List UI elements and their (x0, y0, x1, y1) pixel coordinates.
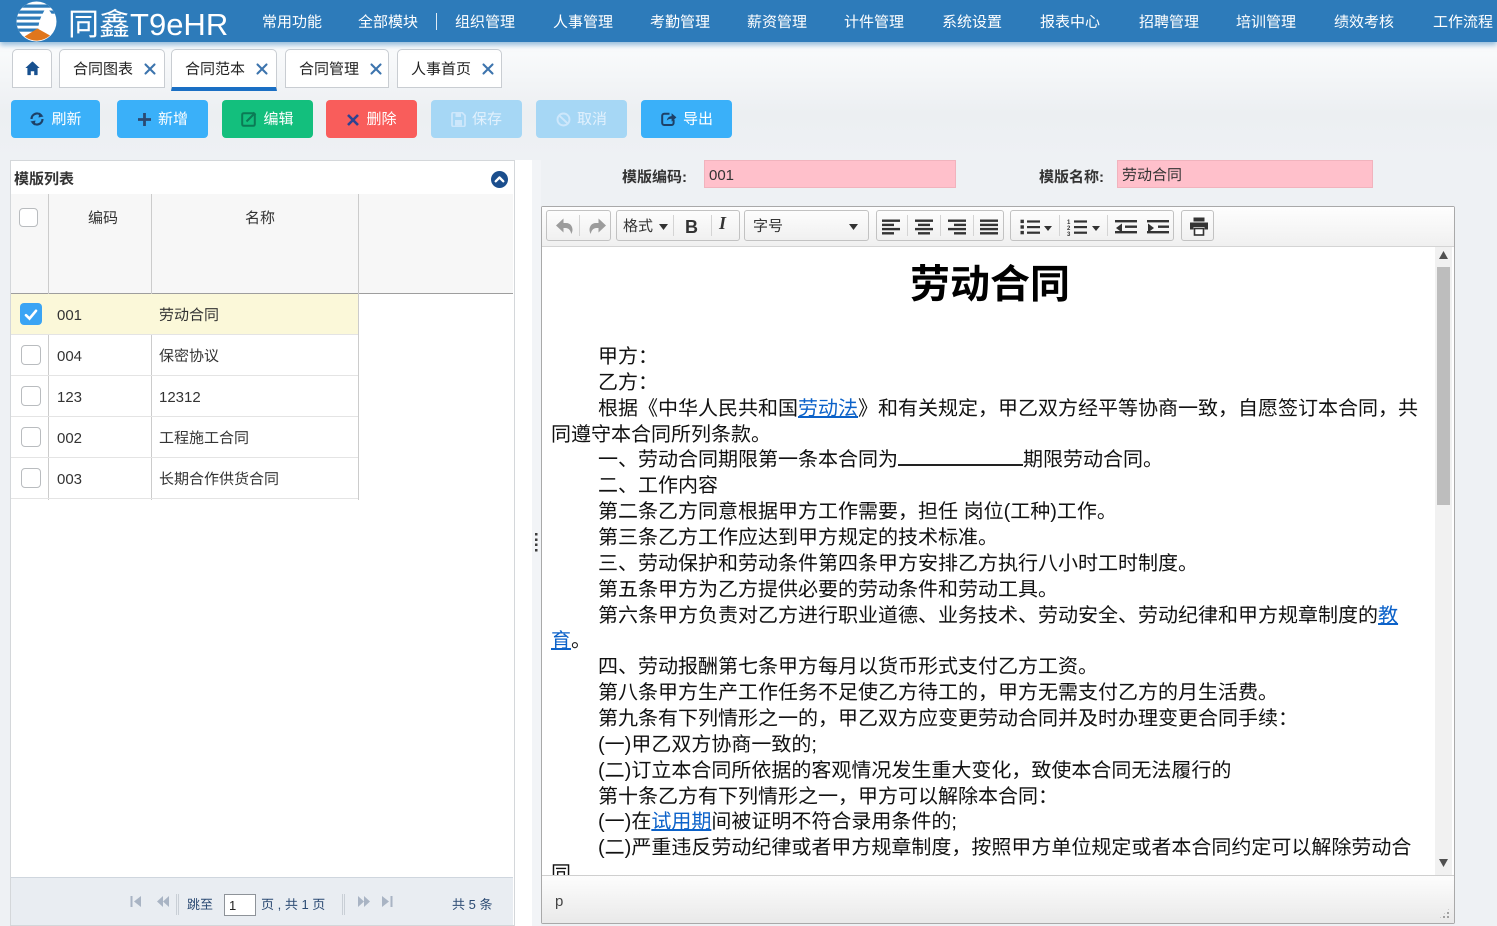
svg-text:3: 3 (1067, 232, 1071, 236)
